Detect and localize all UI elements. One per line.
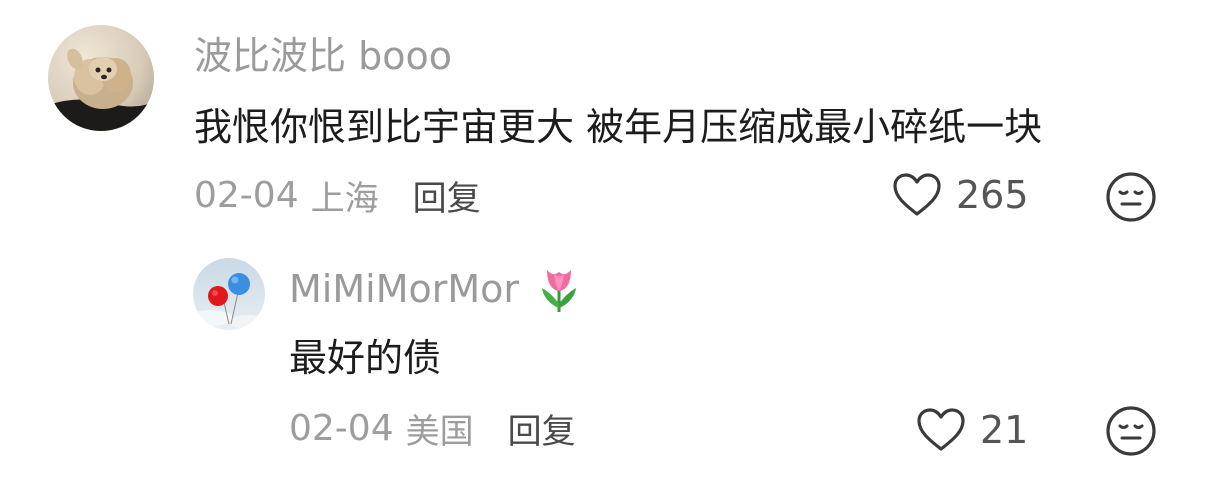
heart-outline-icon <box>917 408 965 451</box>
reply-button[interactable]: 回复 <box>413 171 481 220</box>
comment-date: 02-04 <box>194 174 299 216</box>
balloons-avatar-icon <box>193 258 265 330</box>
expressionless-face-icon <box>1106 172 1156 222</box>
reply-like-count: 21 <box>980 408 1029 452</box>
comment-text: 我恨你恨到比宇宙更大 被年月压缩成最小碎纸一块 <box>194 105 1043 149</box>
reply-username-row[interactable]: MiMiMorMor <box>289 266 581 312</box>
like-count: 265 <box>956 173 1029 217</box>
reply-meta: 02-04 美国 回复 <box>289 404 576 453</box>
reply-text: 最好的债 <box>289 336 442 380</box>
comment-location: 上海 <box>310 178 379 219</box>
comment-username[interactable]: 波比波比 booo <box>194 34 452 78</box>
puppy-avatar-icon <box>48 25 154 131</box>
reply-username[interactable]: MiMiMorMor <box>289 266 519 312</box>
reply-date: 02-04 <box>289 407 394 449</box>
dislike-button[interactable] <box>1105 171 1157 223</box>
reply-reply-button[interactable]: 回复 <box>508 404 576 453</box>
expressionless-face-icon <box>1106 406 1156 456</box>
comment-meta: 02-04 上海 回复 <box>194 171 481 220</box>
reply-dislike-button[interactable] <box>1105 405 1157 457</box>
reply-location: 美国 <box>405 411 474 452</box>
avatar[interactable] <box>48 25 154 131</box>
like-button[interactable]: 265 <box>892 170 1029 220</box>
reply-avatar[interactable] <box>193 258 265 330</box>
reply-like-button[interactable]: 21 <box>916 405 1028 455</box>
tulip-icon <box>542 270 577 312</box>
heart-outline-icon <box>893 173 941 216</box>
